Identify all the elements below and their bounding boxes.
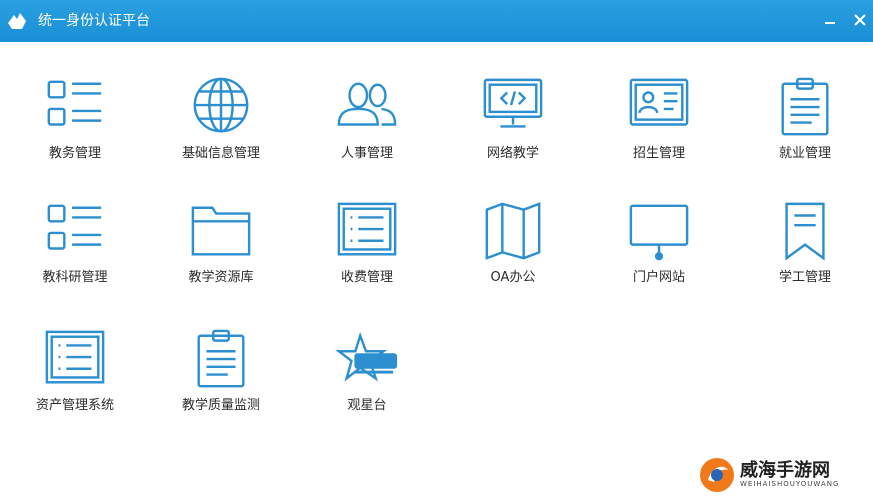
tile-label: 招生管理 [632, 146, 685, 161]
tile-label: 教学资源库 [188, 270, 254, 285]
list-icon [47, 80, 102, 126]
globe-icon [193, 77, 249, 133]
tile-student-affairs[interactable]: 学工管理 [735, 166, 873, 286]
star-logo-icon [335, 332, 398, 382]
tile-guanxingtai[interactable]: 观星台 [297, 294, 437, 414]
bookmark-icon [785, 202, 825, 261]
tile-employment[interactable]: 就业管理 [735, 42, 873, 162]
tile-label: 教务管理 [48, 146, 101, 161]
tile-label: 教学质量监测 [181, 398, 260, 413]
tile-academic-affairs[interactable]: 教务管理 [5, 42, 145, 162]
folder-icon [191, 206, 251, 256]
tile-label: 就业管理 [778, 146, 831, 161]
clipboard-icon [197, 329, 245, 388]
doc-list-icon [45, 330, 105, 384]
display-icon [629, 204, 689, 261]
tile-assets[interactable]: 资产管理系统 [5, 294, 145, 414]
tile-resource-library[interactable]: 教学资源库 [151, 166, 291, 286]
minimize-button[interactable] [818, 8, 842, 32]
id-card-icon [629, 78, 689, 126]
title-bar: 统一身份认证平台 [0, 0, 873, 42]
app-logo-icon [8, 13, 26, 29]
tile-label: 学工管理 [778, 270, 831, 285]
tile-label: OA办公 [490, 270, 536, 285]
people-icon [337, 82, 397, 126]
tile-hr[interactable]: 人事管理 [297, 42, 437, 162]
minimize-icon [825, 22, 835, 24]
tile-label: 观星台 [347, 398, 387, 413]
tile-quality-monitoring[interactable]: 教学质量监测 [151, 294, 291, 414]
watermark: 威海手游网 WEIHAISHOUYOUWANG [698, 452, 868, 496]
clipboard-icon [781, 77, 829, 136]
tile-label: 人事管理 [340, 146, 393, 161]
tile-portal[interactable]: 门户网站 [589, 166, 729, 286]
list-icon [47, 204, 102, 250]
app-grid: 教务管理 基础信息管理 人事管理 网络教学 招生管理 就业管理 教科研管理 教学… [0, 42, 873, 442]
tile-oa[interactable]: OA办公 [443, 166, 583, 286]
watermark-title: 威海手游网 [740, 460, 830, 481]
tile-label: 收费管理 [340, 270, 393, 285]
close-icon [854, 14, 866, 26]
close-button[interactable] [848, 8, 872, 32]
tile-fees[interactable]: 收费管理 [297, 166, 437, 286]
tile-label: 门户网站 [632, 270, 685, 285]
window-title: 统一身份认证平台 [38, 13, 150, 29]
tile-label: 教科研管理 [42, 270, 108, 285]
tile-online-teaching[interactable]: 网络教学 [443, 42, 583, 162]
tile-label: 基础信息管理 [181, 146, 260, 161]
watermark-logo-icon [700, 458, 734, 492]
monitor-code-icon [483, 78, 543, 128]
tile-admissions[interactable]: 招生管理 [589, 42, 729, 162]
map-icon [485, 202, 541, 260]
watermark-subtitle: WEIHAISHOUYOUWANG [740, 480, 840, 488]
tile-label: 资产管理系统 [35, 398, 114, 413]
tile-research[interactable]: 教科研管理 [5, 166, 145, 286]
tile-label: 网络教学 [486, 146, 539, 161]
tile-basic-info[interactable]: 基础信息管理 [151, 42, 291, 162]
doc-list-icon [337, 202, 397, 256]
